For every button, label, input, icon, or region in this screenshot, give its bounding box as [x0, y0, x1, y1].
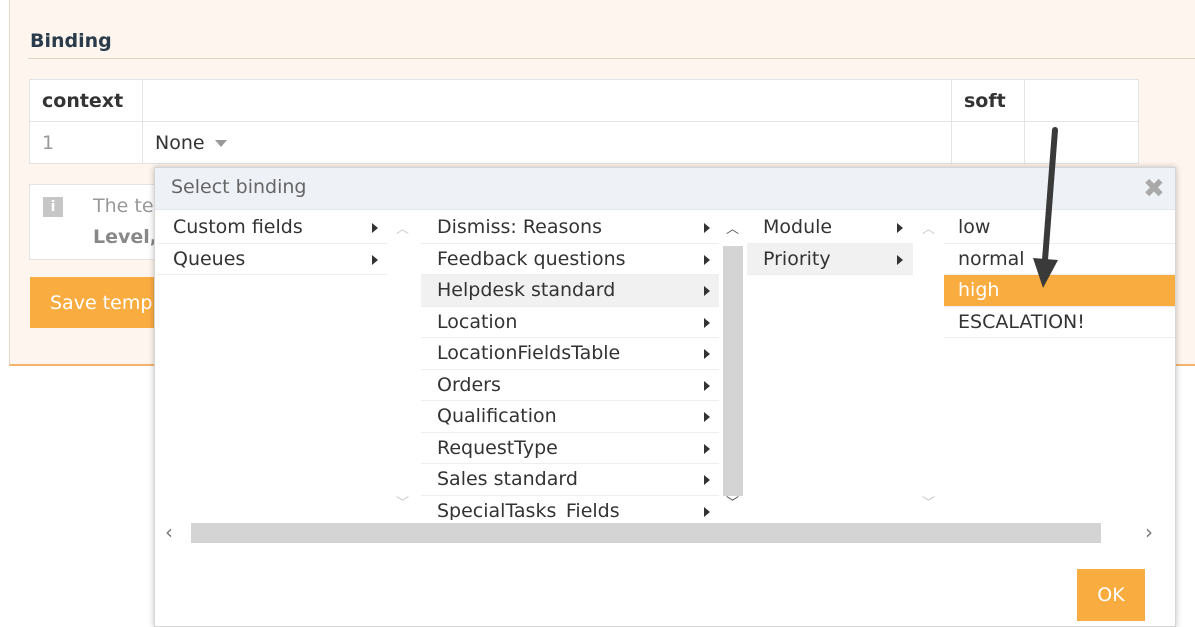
- list-item-module[interactable]: Module: [747, 212, 913, 244]
- ok-button[interactable]: OK: [1077, 569, 1145, 621]
- list-item[interactable]: Helpdesk standard: [421, 275, 719, 307]
- scrollbar-thumb[interactable]: [191, 523, 1101, 543]
- divider: [28, 58, 1195, 59]
- chevron-down-icon: [214, 139, 227, 147]
- info-text: The te: [93, 195, 154, 217]
- chevron-right-icon: [704, 286, 710, 296]
- list-item-queues[interactable]: Queues: [157, 244, 387, 275]
- chevron-right-icon: [897, 223, 903, 233]
- chevron-right-icon: [704, 317, 710, 328]
- dialog-title: Select binding: [171, 176, 307, 198]
- item-label: low: [958, 216, 991, 238]
- scroll-down-icon[interactable]: ﹀: [726, 492, 739, 511]
- scroll-up-icon[interactable]: ︿: [922, 218, 935, 237]
- chevron-right-icon: [704, 443, 710, 454]
- table-header-row: context soft: [29, 79, 1139, 122]
- list-item[interactable]: Dismiss: Reasons: [421, 212, 719, 244]
- chevron-right-icon: [897, 254, 903, 265]
- chevron-right-icon[interactable]: ›: [1145, 520, 1153, 544]
- chevron-right-icon: [704, 349, 710, 359]
- list-item[interactable]: Orders: [421, 370, 719, 401]
- list-item[interactable]: Sales standard: [421, 464, 719, 496]
- vertical-scrollbar[interactable]: ︿ ﹀: [916, 212, 942, 520]
- item-label: Location: [437, 310, 518, 333]
- item-label: RequestType: [437, 436, 558, 459]
- chevron-right-icon: [704, 380, 710, 391]
- section-title: Binding: [30, 30, 112, 52]
- list-item[interactable]: Qualification: [421, 401, 719, 433]
- list-item[interactable]: LocationFieldsTable: [421, 338, 719, 370]
- scroll-up-icon[interactable]: ︿: [396, 218, 409, 237]
- list-item[interactable]: RequestType: [421, 433, 719, 464]
- scroll-down-icon[interactable]: ﹀: [922, 492, 935, 511]
- item-label: Custom fields: [173, 216, 303, 238]
- scroll-up-icon[interactable]: ︿: [726, 218, 739, 237]
- item-label: Feedback questions: [437, 247, 626, 270]
- list-item-custom-fields[interactable]: Custom fields: [157, 212, 387, 244]
- item-label: Module: [763, 216, 833, 238]
- chevron-left-icon[interactable]: ‹: [165, 520, 173, 544]
- chevron-right-icon: [704, 506, 710, 517]
- chevron-right-icon: [372, 254, 378, 265]
- scroll-down-icon[interactable]: ﹀: [396, 492, 409, 511]
- chevron-right-icon: [372, 223, 378, 233]
- info-icon: i: [43, 197, 63, 217]
- item-label: SpecialTasks_Fields: [437, 499, 620, 521]
- column-subfields: Module Priority: [747, 212, 913, 520]
- vertical-scrollbar[interactable]: ︿ ﹀: [720, 212, 746, 520]
- item-label: Queues: [173, 247, 246, 270]
- chevron-right-icon: [704, 412, 710, 422]
- scrollbar-thumb[interactable]: [723, 246, 743, 496]
- item-label: Priority: [763, 247, 831, 270]
- item-label: Sales standard: [437, 468, 578, 490]
- item-label: Dismiss: Reasons: [437, 216, 602, 238]
- chevron-right-icon: [704, 254, 710, 265]
- list-item-escalation[interactable]: ESCALATION!: [944, 307, 1175, 338]
- binding-dropdown[interactable]: None: [142, 121, 952, 164]
- vertical-scrollbar[interactable]: ︿ ﹀: [390, 212, 416, 520]
- chevron-right-icon: [704, 475, 710, 485]
- item-label: LocationFieldsTable: [437, 342, 621, 364]
- item-label: ESCALATION!: [958, 310, 1085, 333]
- item-label: high: [958, 279, 1000, 301]
- column-categories: Custom fields Queues: [157, 212, 387, 520]
- list-item[interactable]: SpecialTasks_Fields: [421, 496, 719, 521]
- item-label: Orders: [437, 373, 501, 396]
- info-text-bold: Level,: [93, 226, 157, 248]
- horizontal-scrollbar[interactable]: ‹ ›: [155, 520, 1175, 546]
- item-label: Qualification: [437, 405, 557, 427]
- list-item[interactable]: Feedback questions: [421, 244, 719, 275]
- column-header: [142, 79, 952, 122]
- column-fields: Dismiss: Reasons Feedback questions Help…: [421, 212, 719, 520]
- item-label: Helpdesk standard: [437, 279, 616, 301]
- list-item[interactable]: Location: [421, 307, 719, 338]
- chevron-right-icon: [704, 223, 710, 233]
- binding-table: context soft 1 None: [29, 79, 1139, 164]
- column-header: context: [29, 79, 143, 122]
- close-icon[interactable]: ✖: [1143, 174, 1165, 204]
- annotation-arrow-icon: [1033, 127, 1058, 288]
- list-item-priority[interactable]: Priority: [747, 243, 913, 275]
- table-row: 1 None: [29, 121, 1139, 164]
- row-number: 1: [29, 121, 143, 164]
- binding-value: None: [155, 131, 205, 154]
